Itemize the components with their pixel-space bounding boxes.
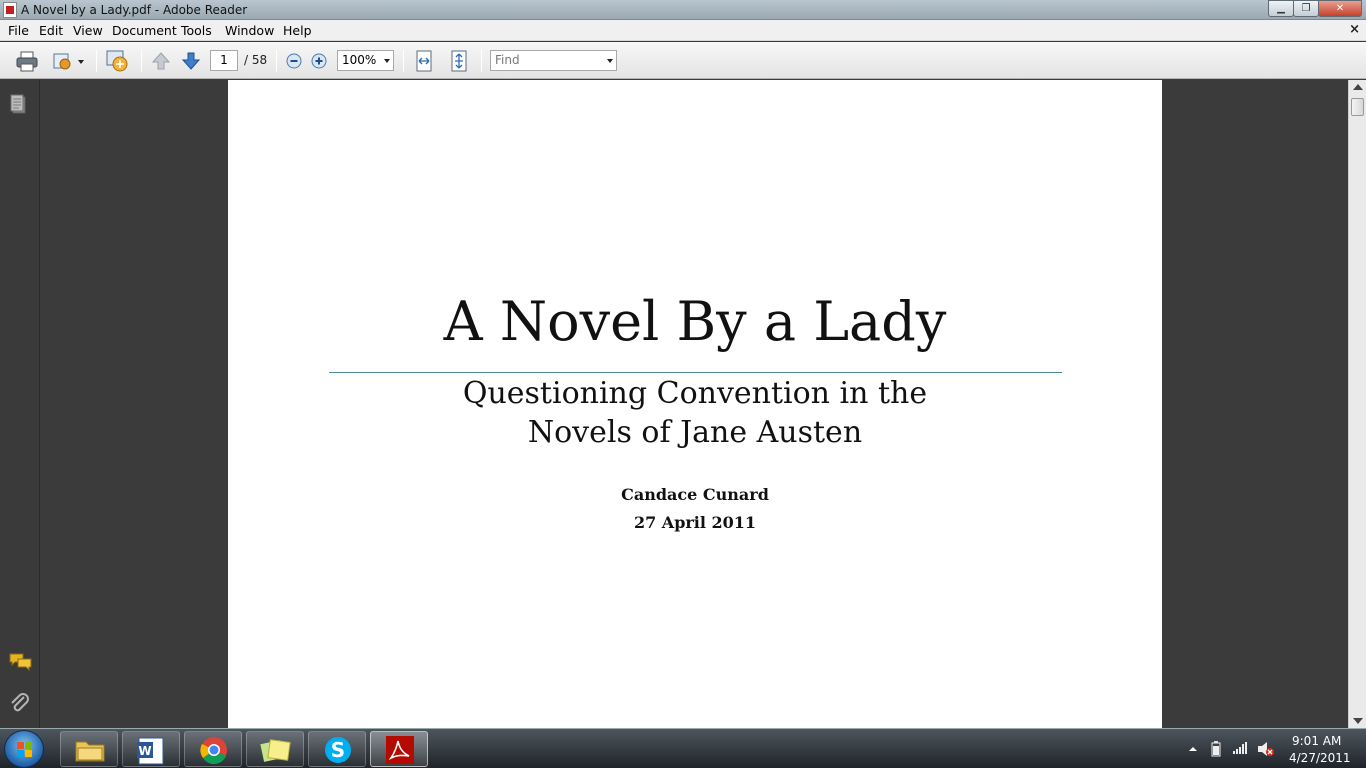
- show-hidden-icons-button[interactable]: [1188, 743, 1198, 757]
- battery-icon: [1211, 741, 1221, 757]
- network-tray-button[interactable]: [1232, 741, 1248, 758]
- menu-tools[interactable]: Tools: [181, 23, 212, 38]
- menu-window[interactable]: Window: [225, 23, 274, 38]
- svg-text:W: W: [138, 744, 151, 758]
- clock-time[interactable]: 9:01 AM: [1292, 734, 1341, 748]
- adobe-reader-app-icon[interactable]: [3, 2, 17, 18]
- taskbar-word[interactable]: W: [122, 731, 180, 767]
- scrollbar-thumb[interactable]: [1351, 98, 1364, 116]
- find-placeholder: Find: [495, 53, 520, 67]
- taskbar-adobe-reader[interactable]: [370, 731, 428, 767]
- fit-page-icon: [451, 50, 467, 72]
- arrow-down-icon: [181, 52, 201, 70]
- toolbar-separator: [403, 50, 404, 72]
- battery-tray-button[interactable]: [1211, 741, 1223, 760]
- zoom-level-value: 100%: [342, 53, 377, 67]
- title-divider: [329, 372, 1062, 373]
- word-document-icon: W: [137, 737, 164, 765]
- vertical-scrollbar[interactable]: [1348, 80, 1366, 728]
- printer-icon: [16, 51, 38, 72]
- volume-muted-icon: [1258, 742, 1274, 756]
- window-title: A Novel by a Lady.pdf - Adobe Reader: [21, 3, 248, 17]
- pdf-page: A Novel By a Lady Questioning Convention…: [228, 80, 1162, 728]
- attachments-panel-button[interactable]: [9, 692, 31, 719]
- start-button[interactable]: [4, 730, 44, 768]
- adobe-reader-icon: [386, 736, 414, 764]
- fit-width-button[interactable]: [413, 50, 435, 72]
- skype-icon: S: [325, 737, 351, 763]
- zoom-in-button[interactable]: [310, 52, 328, 70]
- menu-view[interactable]: View: [73, 23, 103, 38]
- taskbar-explorer[interactable]: [60, 731, 118, 767]
- chevron-down-icon[interactable]: [607, 59, 613, 63]
- taskbar-sticky-notes[interactable]: [246, 731, 304, 767]
- document-subtitle-line-1: Questioning Convention in the: [462, 376, 928, 411]
- chevron-up-icon: [1189, 747, 1197, 751]
- sticky-notes-icon: [260, 739, 291, 762]
- toolbar-separator: [481, 50, 482, 72]
- document-date: 27 April 2011: [633, 513, 757, 532]
- toolbar: 1 / 58 100% Find: [0, 42, 1366, 79]
- collaborate-button[interactable]: [50, 50, 86, 72]
- zoom-in-icon: [311, 53, 327, 69]
- fit-width-icon: [416, 50, 432, 72]
- menu-file[interactable]: File: [8, 23, 29, 38]
- page-number-input[interactable]: 1: [210, 50, 238, 71]
- next-page-button[interactable]: [180, 51, 202, 71]
- taskbar-chrome[interactable]: [184, 731, 242, 767]
- window-controls: ▁ ❐ ✕: [1268, 0, 1362, 18]
- chrome-icon: [200, 737, 227, 765]
- pages-icon: [10, 94, 26, 114]
- navigation-pane: [0, 80, 40, 728]
- taskbar: W S 9:01 AM 4/27/2011: [0, 728, 1366, 768]
- page-total: / 58: [244, 53, 268, 67]
- close-button[interactable]: ✕: [1318, 0, 1362, 17]
- volume-tray-button[interactable]: [1257, 741, 1275, 760]
- document-viewport[interactable]: A Novel By a Lady Questioning Convention…: [41, 80, 1348, 728]
- toolbar-separator: [276, 50, 277, 72]
- previous-page-button[interactable]: [150, 51, 172, 71]
- menu-document[interactable]: Document: [112, 23, 177, 38]
- wifi-signal-icon: [1233, 742, 1247, 754]
- zoom-level-select[interactable]: 100%: [337, 50, 394, 71]
- pages-panel-button[interactable]: [9, 94, 29, 119]
- zoom-out-button[interactable]: [285, 52, 303, 70]
- scroll-up-arrow-icon[interactable]: [1353, 84, 1363, 90]
- print-button[interactable]: [14, 50, 40, 72]
- windows-logo-icon: [17, 742, 33, 758]
- menu-help[interactable]: Help: [283, 23, 312, 38]
- scroll-down-arrow-icon[interactable]: [1353, 718, 1363, 724]
- taskbar-skype[interactable]: S: [308, 731, 366, 767]
- paperclip-icon: [11, 693, 29, 712]
- clock-date[interactable]: 4/27/2011: [1289, 751, 1351, 765]
- svg-text:S: S: [331, 738, 345, 762]
- menu-edit[interactable]: Edit: [39, 23, 63, 38]
- menu-bar: File Edit View Document Tools Window Hel…: [0, 20, 1366, 41]
- restore-button[interactable]: ❐: [1293, 0, 1319, 17]
- document-subtitle-line-2: Novels of Jane Austen: [527, 415, 863, 450]
- toolbar-separator: [141, 50, 142, 72]
- comments-panel-button[interactable]: [9, 652, 33, 675]
- fit-page-button[interactable]: [448, 50, 470, 72]
- comment-bubbles-icon: [9, 653, 32, 672]
- find-input[interactable]: Find: [490, 50, 617, 71]
- web-connect-button[interactable]: [103, 48, 131, 74]
- chevron-down-icon: [384, 59, 390, 63]
- document-author: Candace Cunard: [621, 485, 769, 504]
- document-title: A Novel By a Lady: [443, 290, 947, 353]
- zoom-out-icon: [286, 53, 302, 69]
- globe-network-icon: [106, 50, 128, 72]
- folder-icon: [75, 741, 105, 762]
- arrow-up-icon: [151, 52, 171, 70]
- toolbar-separator: [96, 50, 97, 72]
- document-close-button[interactable]: ×: [1349, 22, 1360, 37]
- title-bar: A Novel by a Lady.pdf - Adobe Reader ▁ ❐…: [0, 0, 1366, 20]
- minimize-button[interactable]: ▁: [1268, 0, 1294, 17]
- collaborate-icon: [53, 53, 84, 70]
